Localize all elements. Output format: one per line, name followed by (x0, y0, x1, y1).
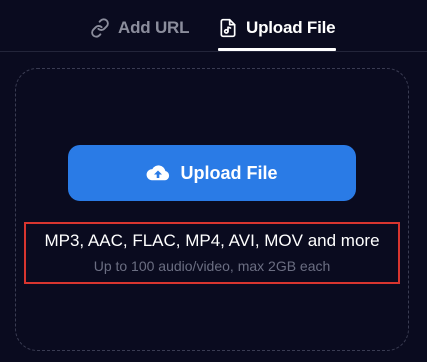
upload-limits-text: Up to 100 audio/video, max 2GB each (93, 258, 331, 274)
upload-file-button-label: Upload File (180, 162, 278, 183)
supported-formats-text: MP3, AAC, FLAC, MP4, AVI, MOV and more (44, 231, 380, 250)
cloud-upload-icon (146, 163, 170, 183)
file-dropzone[interactable] (15, 68, 409, 351)
supported-formats-info: MP3, AAC, FLAC, MP4, AVI, MOV and more U… (24, 222, 400, 284)
active-tab-indicator (218, 48, 336, 51)
tab-add-url[interactable]: Add URL (90, 14, 190, 42)
tab-upload-file-label: Upload File (246, 18, 336, 37)
upload-file-button[interactable]: Upload File (68, 145, 356, 201)
link-icon (90, 18, 110, 38)
tab-upload-file[interactable]: Upload File (218, 14, 336, 42)
source-tabs: Add URL Upload File (0, 0, 427, 52)
music-file-icon (218, 18, 238, 38)
tab-add-url-label: Add URL (118, 18, 190, 37)
